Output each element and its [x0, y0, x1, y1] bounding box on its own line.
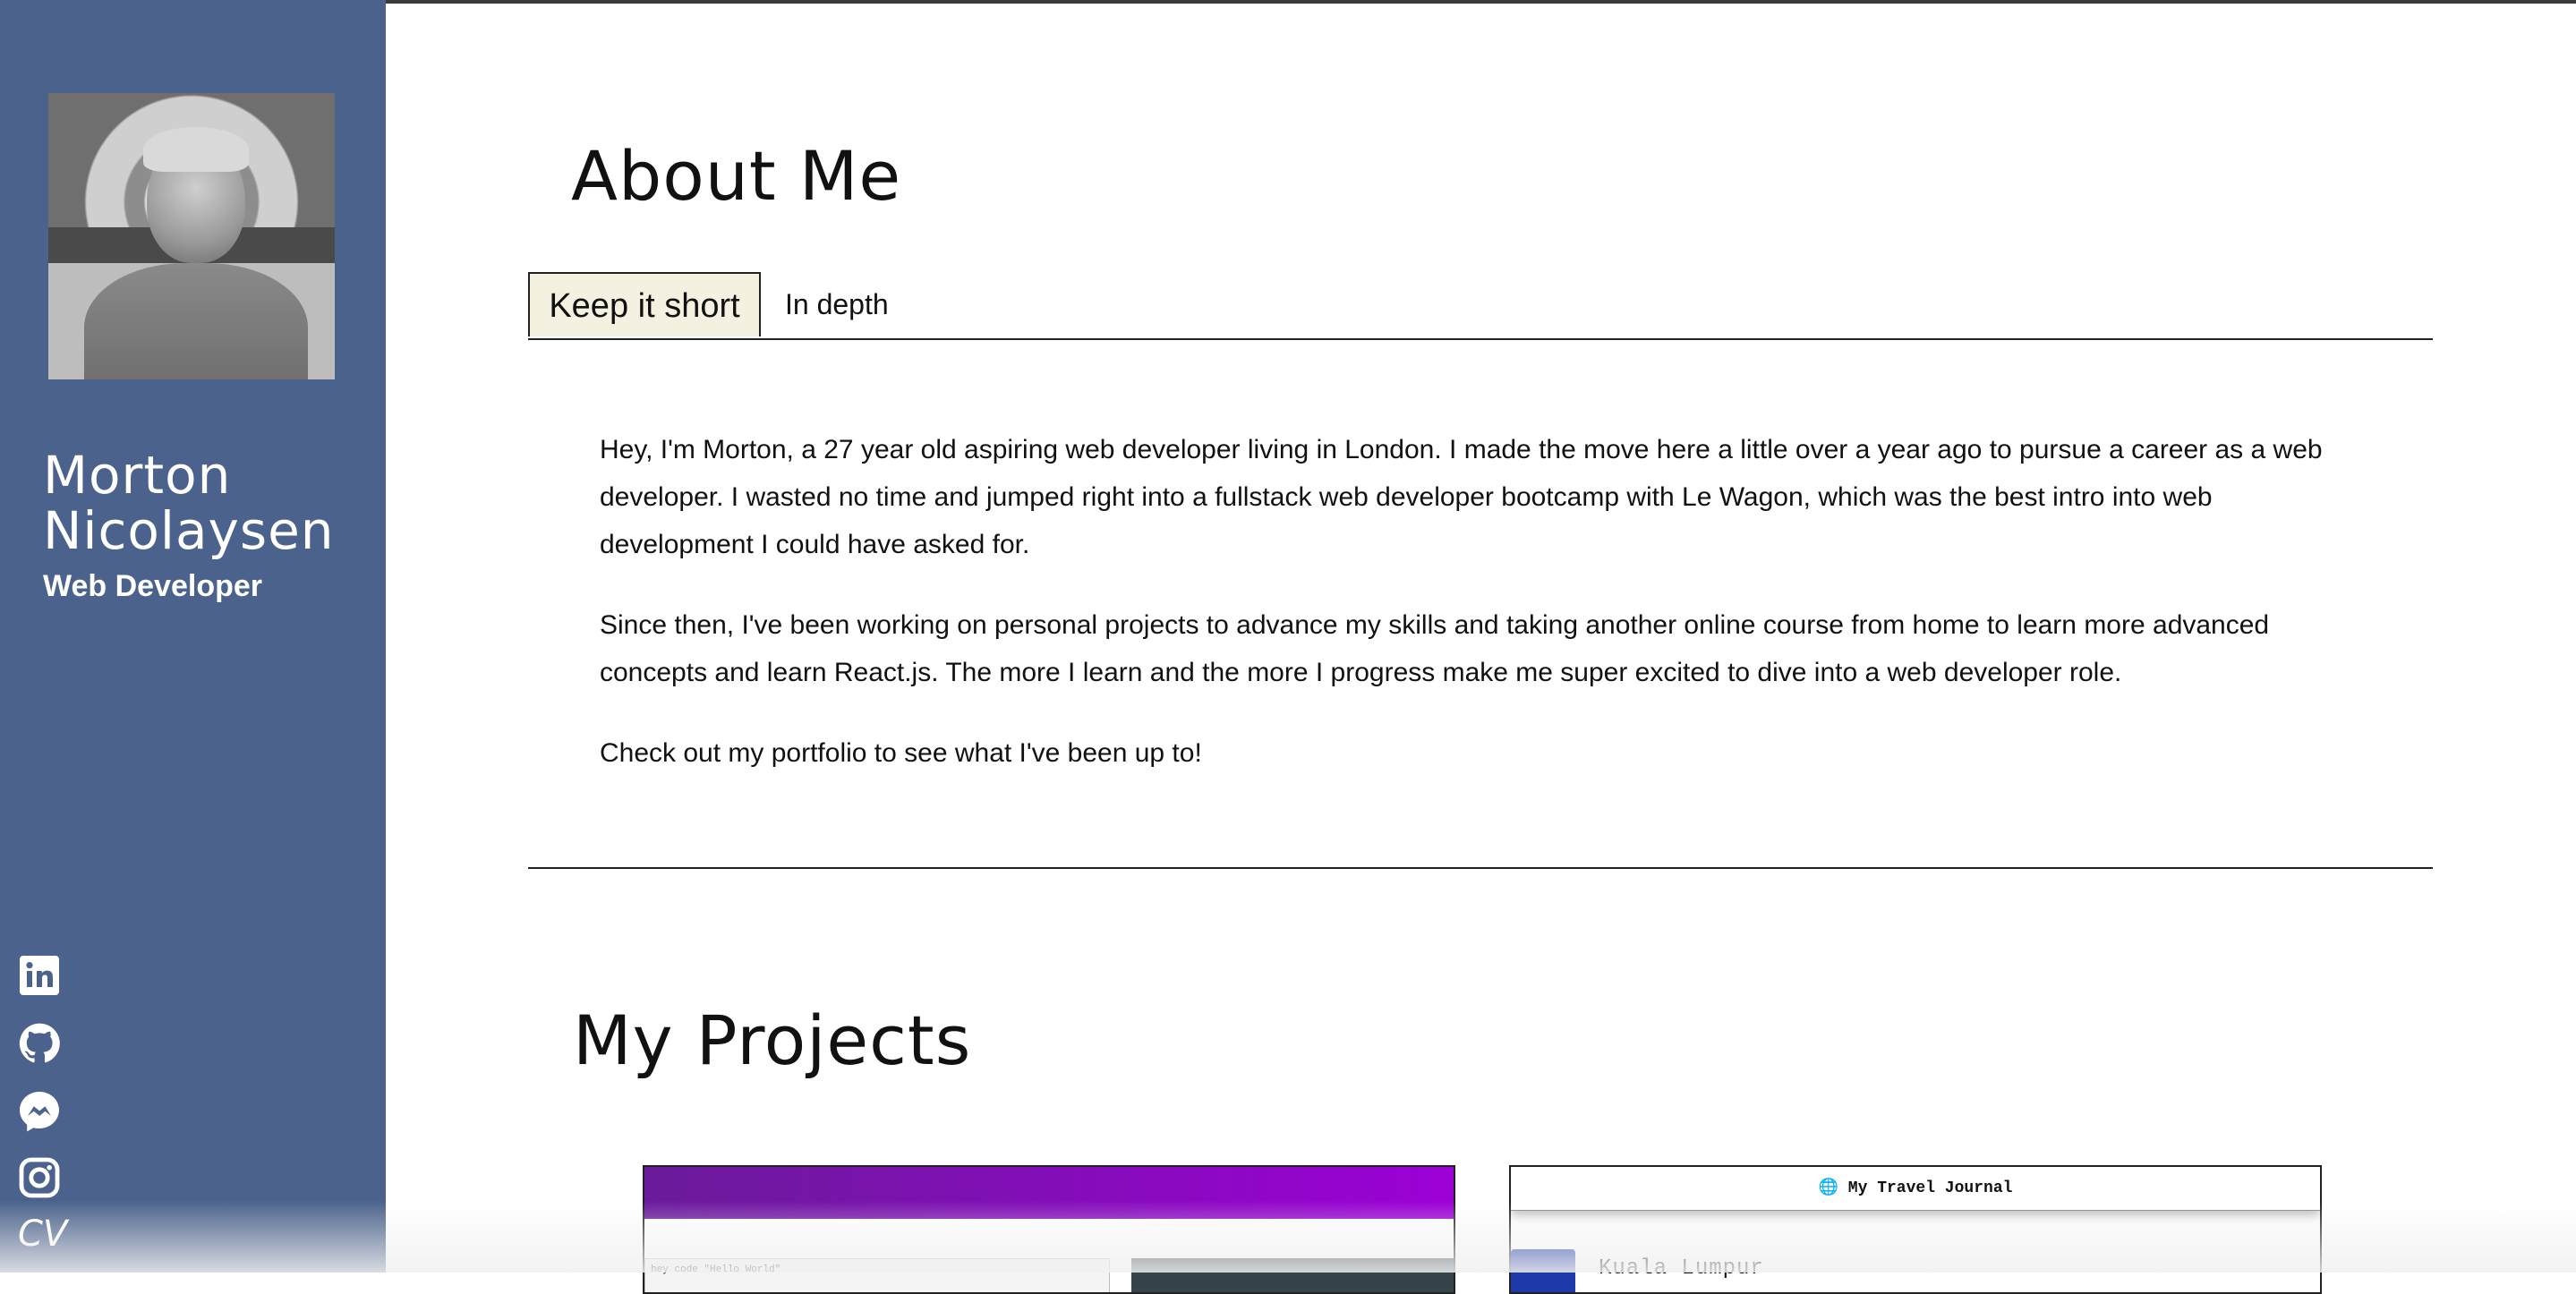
profile-name: Morton Nicolaysen [43, 447, 374, 558]
about-text: Hey, I'm Morton, a 27 year old aspiring … [600, 426, 2354, 810]
travel-journal-thumbnail [1511, 1249, 1575, 1292]
projects-title: My Projects [573, 1000, 972, 1080]
about-title: About Me [571, 136, 902, 216]
project-card-travel-journal[interactable]: 🌐 My Travel Journal Kuala Lumpur [1509, 1165, 2322, 1294]
github-icon[interactable] [18, 1022, 61, 1065]
profile-photo [48, 93, 335, 379]
profile-first-name: Morton [43, 445, 232, 506]
travel-journal-place: Kuala Lumpur [1599, 1256, 1764, 1281]
about-paragraph: Since then, I've been working on persona… [600, 610, 2270, 687]
sidebar: Morton Nicolaysen Web Developer CV [0, 0, 386, 1273]
instagram-icon[interactable] [18, 1156, 61, 1199]
about-paragraph: Check out my portfolio to see what I've … [600, 738, 1202, 768]
window-top-border [0, 0, 2576, 4]
project-card-image [1131, 1258, 1454, 1292]
profile-role: Web Developer [43, 569, 263, 603]
tab-keep-it-short[interactable]: Keep it short [528, 272, 761, 336]
profile-last-name: Nicolaysen [43, 500, 335, 561]
travel-journal-header: 🌐 My Travel Journal [1511, 1167, 2320, 1211]
project-card-banner [644, 1167, 1454, 1219]
about-tabs: Keep it short In depth [528, 272, 2433, 340]
linkedin-icon[interactable] [18, 954, 61, 997]
cv-link[interactable]: CV [18, 1213, 67, 1255]
about-paragraph: Hey, I'm Morton, a 27 year old aspiring … [600, 435, 2323, 559]
messenger-icon[interactable] [18, 1090, 61, 1133]
tab-in-depth[interactable]: In depth [785, 272, 889, 336]
project-card-hello-world[interactable]: hey code "Hello World" [643, 1165, 1455, 1294]
project-card-field: hey code "Hello World" [644, 1258, 1110, 1292]
section-divider [528, 867, 2433, 869]
